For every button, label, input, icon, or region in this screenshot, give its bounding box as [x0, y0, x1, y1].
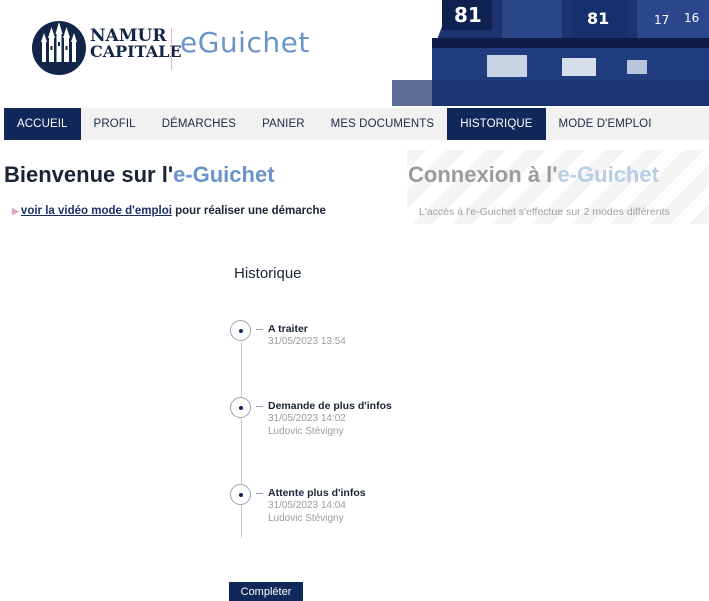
nav-item-profil[interactable]: PROFIL — [81, 108, 149, 140]
triangle-right-icon: ▶ — [12, 206, 19, 216]
nav-item-panier[interactable]: PANIER — [249, 108, 318, 140]
timeline-text: Attente plus d'infos 31/05/2023 14:04 Lu… — [268, 487, 366, 525]
timeline-connector — [256, 329, 263, 330]
timeline-text: Demande de plus d'infos 31/05/2023 14:02… — [268, 400, 392, 438]
login-subtitle: L'accès à l'e-Guichet s'effectue sur 2 m… — [419, 206, 670, 218]
timeline-dot-icon — [230, 320, 251, 341]
namur-logo-icon[interactable] — [30, 18, 88, 76]
timeline-text: A traiter 31/05/2023 13:54 — [268, 323, 346, 348]
main-nav: ACCUEIL PROFIL DÉMARCHES PANIER MES DOCU… — [4, 108, 709, 140]
complete-button[interactable]: Compléter — [229, 582, 303, 601]
timeline-line — [241, 342, 242, 538]
site-header: NAMUR CAPITALE eGuichet 81 81 17 16 — [0, 0, 709, 106]
banner-number: 81 — [454, 3, 482, 27]
brand-divider — [171, 28, 172, 70]
banner-number: 16 — [684, 11, 699, 25]
event-user: Ludovic Stévigny — [268, 513, 344, 524]
welcome-title-prefix: Bienvenue sur l' — [4, 162, 174, 187]
brand-name: NAMUR CAPITALE — [90, 28, 182, 60]
banner-number: 81 — [587, 9, 609, 28]
event-date: 31/05/2023 13:54 — [268, 336, 346, 347]
timeline-dot-icon — [230, 397, 251, 418]
login-title-prefix: Connexion à l' — [408, 162, 558, 187]
login-title: Connexion à l'e-Guichet — [408, 162, 659, 188]
nav-item-accueil[interactable]: ACCUEIL — [4, 108, 81, 140]
event-status: A traiter — [268, 323, 308, 335]
event-date: 31/05/2023 14:02 — [268, 413, 346, 424]
welcome-title: Bienvenue sur l'e-Guichet — [4, 162, 275, 188]
timeline-connector — [256, 406, 263, 407]
welcome-title-accent: e-Guichet — [173, 162, 275, 187]
brand-line2: CAPITALE — [90, 42, 182, 61]
app-name: eGuichet — [180, 26, 310, 59]
timeline-connector — [256, 493, 263, 494]
video-suffix-text: pour réaliser une démarche — [171, 205, 326, 217]
nav-item-historique[interactable]: HISTORIQUE — [447, 108, 546, 140]
event-status: Attente plus d'infos — [268, 487, 366, 499]
header-banner-image: 81 81 17 16 — [392, 0, 709, 106]
event-date: 31/05/2023 14:04 — [268, 500, 346, 511]
video-tutorial-link[interactable]: voir la vidéo mode d'emploi — [21, 205, 172, 217]
history-title: Historique — [234, 265, 302, 282]
nav-item-demarches[interactable]: DÉMARCHES — [149, 108, 249, 140]
nav-item-mode-emploi[interactable]: MODE D'EMPLOI — [546, 108, 665, 140]
nav-item-mes-documents[interactable]: MES DOCUMENTS — [318, 108, 448, 140]
banner-number: 17 — [654, 13, 669, 27]
event-status: Demande de plus d'infos — [268, 400, 392, 412]
login-title-accent: e-Guichet — [557, 162, 659, 187]
timeline-dot-icon — [230, 484, 251, 505]
event-user: Ludovic Stévigny — [268, 426, 344, 437]
video-instructions: ▶ voir la vidéo mode d'emploi pour réalis… — [12, 205, 326, 217]
